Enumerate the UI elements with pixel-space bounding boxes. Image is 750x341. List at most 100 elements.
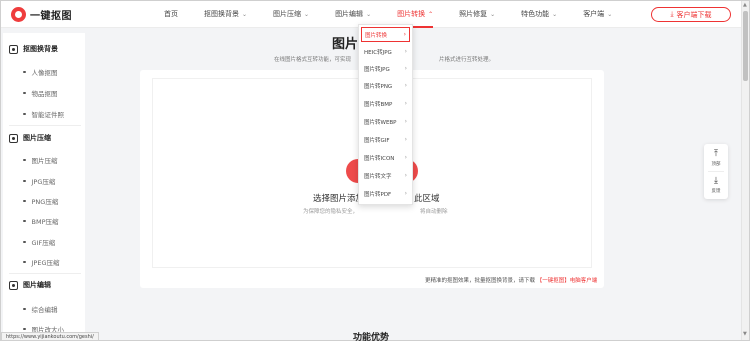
subtitle-left: 在线图片格式互转功能，可实现 <box>274 57 352 63</box>
client-download-link[interactable]: 【一键抠图】电脑客户端 <box>537 278 598 284</box>
back-to-top-button[interactable]: ⤒ 顶部 <box>704 145 728 171</box>
sidebar-item-general-edit[interactable]: 综合编辑 <box>23 304 58 314</box>
nav-item-client[interactable]: 客户端 ⌄ <box>570 1 625 28</box>
sidebar-item-jpeg-compress[interactable]: JPEG压缩 <box>23 257 59 267</box>
download-icon: ⤓ <box>670 10 674 18</box>
section-title: 图片编辑 <box>23 281 51 289</box>
arrow-up-icon: ⤒ <box>714 148 718 159</box>
nav-item-features[interactable]: 特色功能 ⌄ <box>508 1 570 28</box>
bullet <box>23 219 26 223</box>
dropdown-item-to-png[interactable]: 图片转PNG › <box>361 78 410 93</box>
sidebar-item-id-photo[interactable]: 智能证件照 <box>23 109 64 119</box>
floating-toolbar: ⤒ 顶部 ⤓ 反馈 <box>704 144 728 199</box>
features-title: 功能优势 <box>353 333 390 341</box>
sidebar-item-gif-compress[interactable]: GIF压缩 <box>23 237 55 247</box>
privacy-note-left: 为保障您的隐私安全， <box>303 209 359 215</box>
item-label: 物品抠图 <box>31 90 58 98</box>
item-label: 图片转ICON <box>364 155 395 162</box>
scroll-down-icon[interactable]: ▼ <box>743 331 747 337</box>
bullet <box>23 199 26 203</box>
upload-instruction-left: 选择图片添加 <box>313 194 365 204</box>
arrow-down-icon: ⤓ <box>714 175 718 186</box>
sidebar-item-png-compress[interactable]: PNG压缩 <box>23 196 58 206</box>
chevron-down-icon: ⌄ <box>304 11 310 18</box>
nav-label: 首页 <box>164 10 178 18</box>
section-title: 图片压缩 <box>23 134 51 142</box>
sidebar-section-compress[interactable]: 图片压缩 <box>9 133 51 143</box>
privacy-note: 为保障您的隐私安全， 将自动删除 <box>303 207 448 215</box>
item-label: 图片转GIF <box>364 137 390 144</box>
client-download-button[interactable]: ⤓ 客户端下载 <box>651 7 731 22</box>
item-label: GIF压缩 <box>31 239 56 247</box>
upload-instruction-right: 此区域 <box>414 194 440 204</box>
nav-item-compress[interactable]: 图片压缩 ⌄ <box>260 1 322 28</box>
item-label: 图片转WEBP <box>364 119 397 126</box>
download-label: 客户端下载 <box>676 10 712 19</box>
nav-item-repair[interactable]: 照片修复 ⌄ <box>446 1 508 28</box>
feedback-label: 反馈 <box>711 188 721 194</box>
sidebar-section-edit[interactable]: 图片编辑 <box>9 280 51 290</box>
nav-label: 特色功能 <box>521 10 550 18</box>
client-note-text: 更精准的抠图效果，批量抠图换背景，请下载 <box>425 278 536 284</box>
item-label: 图片转换 <box>365 32 388 39</box>
bullet <box>23 179 26 183</box>
dropdown-item-to-jpg[interactable]: 图片转JPG › <box>361 61 410 76</box>
item-label: 智能证件照 <box>31 111 65 119</box>
chevron-down-icon: ⌄ <box>552 11 558 18</box>
bullet <box>23 327 26 331</box>
bullet <box>23 260 26 264</box>
site-logo[interactable]: 一键抠图 <box>11 7 72 22</box>
item-label: 图片转PDF <box>364 191 392 198</box>
dropdown-item-image-convert[interactable]: 图片转换 › <box>361 27 410 42</box>
dropdown-item-to-icon[interactable]: 图片转ICON › <box>361 150 410 165</box>
chevron-right-icon: › <box>404 190 407 197</box>
sidebar-item-object[interactable]: 物品抠图 <box>23 88 58 98</box>
item-label: 图片压缩 <box>31 157 58 165</box>
nav-label: 图片压缩 <box>273 10 302 18</box>
sidebar-item-bmp-compress[interactable]: BMP压缩 <box>23 216 59 226</box>
item-label: 图片转JPG <box>364 66 390 73</box>
chevron-right-icon: › <box>404 65 407 72</box>
chevron-right-icon: › <box>404 100 407 107</box>
sidebar-section-cutout[interactable]: 抠图换背景 <box>9 44 58 54</box>
dropdown-item-heic-jpg[interactable]: HEIC转JPG › <box>361 44 410 59</box>
bullet <box>23 70 26 74</box>
dropdown-item-to-text[interactable]: 图片转文字 › <box>361 168 410 183</box>
image-icon <box>9 44 18 54</box>
sidebar: 抠图换背景 人像抠图 物品抠图 智能证件照 图片压缩 图片压缩 JPG压缩 PN… <box>3 33 85 341</box>
chevron-right-icon: › <box>404 118 407 125</box>
nav-item-cutout[interactable]: 抠图换背景 ⌄ <box>191 1 260 28</box>
dropdown-item-to-bmp[interactable]: 图片转BMP › <box>361 96 410 111</box>
nav-label: 图片编辑 <box>335 10 364 18</box>
scroll-thumb[interactable] <box>743 11 748 81</box>
chevron-up-icon: ⌃ <box>428 11 434 18</box>
privacy-note-right: 将自动删除 <box>420 209 448 215</box>
compress-icon <box>9 133 18 143</box>
item-label: PNG压缩 <box>31 198 59 206</box>
sidebar-item-jpg-compress[interactable]: JPG压缩 <box>23 176 55 186</box>
feedback-button[interactable]: ⤓ 反馈 <box>704 172 728 198</box>
bullet <box>23 240 26 244</box>
status-bar-url: https://www.yijiankoutu.com/geshi/ <box>1 332 99 341</box>
dropdown-item-to-pdf[interactable]: 图片转PDF › <box>361 186 410 201</box>
page-scrollbar[interactable]: ▲ ▼ <box>741 1 749 340</box>
chevron-right-icon: › <box>404 48 407 55</box>
nav-item-home[interactable]: 首页 <box>151 1 191 28</box>
chevron-right-icon: › <box>404 154 407 161</box>
sidebar-item-image-compress[interactable]: 图片压缩 <box>23 155 58 165</box>
dropdown-item-to-webp[interactable]: 图片转WEBP › <box>361 114 410 129</box>
edit-icon <box>9 280 18 290</box>
section-title: 抠图换背景 <box>23 45 58 53</box>
item-label: BMP压缩 <box>31 218 59 226</box>
sidebar-item-portrait[interactable]: 人像抠图 <box>23 67 58 77</box>
dropdown-item-to-gif[interactable]: 图片转GIF › <box>361 132 410 147</box>
divider <box>9 125 81 126</box>
scroll-up-icon[interactable]: ▲ <box>743 2 747 8</box>
chevron-right-icon: › <box>404 82 407 89</box>
subtitle-right: 片格式进行互转处理。 <box>439 57 495 63</box>
nav-label: 抠图换背景 <box>204 10 239 18</box>
chevron-down-icon: ⌄ <box>242 11 248 18</box>
item-label: JPEG压缩 <box>31 259 60 267</box>
bullet <box>23 91 26 95</box>
nav-label: 客户端 <box>583 10 605 18</box>
